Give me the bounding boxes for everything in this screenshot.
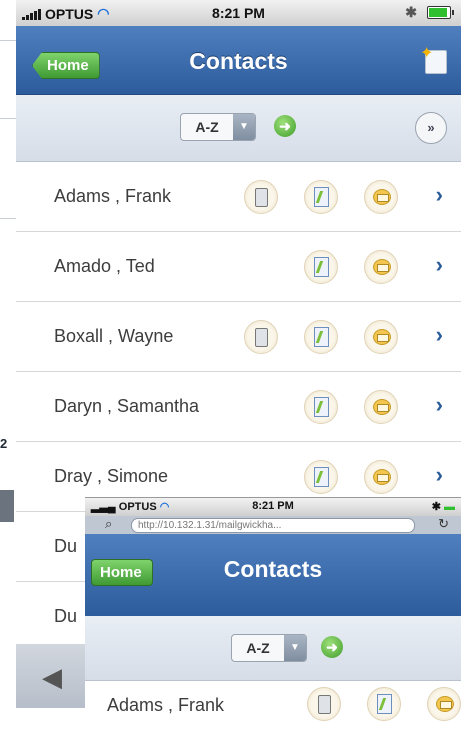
url-field[interactable]: http://10.132.1.31/mailgwickha... xyxy=(131,518,415,533)
sort-select[interactable]: A-Z ▼ xyxy=(180,113,256,141)
note-icon[interactable] xyxy=(304,390,338,424)
chevron-right-icon[interactable]: › xyxy=(436,252,443,278)
reload-icon[interactable]: ↻ xyxy=(438,516,449,532)
url-bar: ⌕ http://10.132.1.31/mailgwickha... ↻ xyxy=(85,516,461,534)
more-button[interactable]: » xyxy=(415,112,447,144)
chevron-down-icon: ▼ xyxy=(233,114,255,140)
contact-name: Adams , Frank xyxy=(107,695,225,715)
search-icon[interactable]: ⌕ xyxy=(105,516,112,532)
mail-icon[interactable] xyxy=(427,687,461,721)
mail-icon[interactable] xyxy=(364,180,398,214)
overlay-navigation-bar: Home Contacts xyxy=(85,534,461,616)
go-button[interactable]: ➜ xyxy=(274,115,296,137)
back-arrow-icon[interactable]: ◀ xyxy=(42,662,62,693)
battery-icon: ▬ xyxy=(444,501,455,513)
chevron-right-icon[interactable]: › xyxy=(436,462,443,488)
mail-icon[interactable] xyxy=(364,390,398,424)
sort-select-value: A-Z xyxy=(246,640,270,656)
list-item[interactable]: Adams , Frank › xyxy=(16,162,461,232)
mobile-icon[interactable] xyxy=(307,687,341,721)
status-bar: OPTUS ◠ 8:21 PM ✱ xyxy=(16,0,461,27)
contact-name: Daryn , Samantha xyxy=(54,396,200,416)
status-time: 8:21 PM xyxy=(212,5,265,21)
background-number: 2 xyxy=(0,436,8,451)
note-icon[interactable] xyxy=(304,180,338,214)
contact-name: Du xyxy=(54,606,78,626)
contact-name: Du xyxy=(54,536,78,556)
chevron-right-icon[interactable]: › xyxy=(436,182,443,208)
sort-select[interactable]: A-Z ▼ xyxy=(231,634,307,662)
battery-icon xyxy=(427,6,454,19)
list-item[interactable]: Adams , Frank xyxy=(85,681,461,732)
background-page-fragment: 2 xyxy=(0,0,16,731)
contact-name: Adams , Frank xyxy=(54,186,172,206)
go-button[interactable]: ➜ xyxy=(321,636,343,658)
note-icon[interactable] xyxy=(367,687,401,721)
note-icon[interactable] xyxy=(304,250,338,284)
new-contact-icon[interactable]: ✦ xyxy=(420,45,447,74)
overlay-screenshot: ▂▃▄ OPTUS ◠ 8:21 PM ✱ ▬ ⌕ http://10.132.… xyxy=(85,497,461,732)
mobile-icon[interactable] xyxy=(244,320,278,354)
mobile-icon[interactable] xyxy=(244,180,278,214)
list-item[interactable]: Daryn , Samantha › xyxy=(16,372,461,442)
note-icon[interactable] xyxy=(304,460,338,494)
chevron-right-icon[interactable]: › xyxy=(436,392,443,418)
divider xyxy=(0,40,16,41)
overlay-status-bar: ▂▃▄ OPTUS ◠ 8:21 PM ✱ ▬ xyxy=(85,498,461,516)
contact-name: Amado , Ted xyxy=(54,256,155,276)
contact-name: Boxall , Wayne xyxy=(54,326,174,346)
sort-select-value: A-Z xyxy=(195,119,219,135)
status-time: 8:21 PM xyxy=(252,500,294,512)
page-title: Contacts xyxy=(189,48,288,74)
divider xyxy=(0,118,16,119)
chevron-right-icon[interactable]: › xyxy=(436,322,443,348)
navigation-bar: Home Contacts ✦ xyxy=(16,26,461,95)
divider xyxy=(0,218,16,219)
bottom-toolbar: ◀ xyxy=(16,644,86,708)
contact-name: Dray , Simone xyxy=(54,466,169,486)
note-icon[interactable] xyxy=(304,320,338,354)
list-item[interactable]: Boxall , Wayne › xyxy=(16,302,461,372)
mail-icon[interactable] xyxy=(364,320,398,354)
bluetooth-icon: ✱ xyxy=(431,501,441,513)
list-item[interactable]: Amado , Ted › xyxy=(16,232,461,302)
mail-icon[interactable] xyxy=(364,460,398,494)
chevron-down-icon: ▼ xyxy=(284,635,306,661)
bluetooth-icon: ✱ xyxy=(405,4,417,20)
page-title: Contacts xyxy=(223,556,323,582)
overlay-filter-toolbar: A-Z ▼ ➜ xyxy=(85,616,461,681)
background-tab xyxy=(0,490,14,522)
star-icon: ✦ xyxy=(420,45,434,62)
mail-icon[interactable] xyxy=(364,250,398,284)
filter-toolbar: A-Z ▼ ➜ » xyxy=(16,95,461,162)
